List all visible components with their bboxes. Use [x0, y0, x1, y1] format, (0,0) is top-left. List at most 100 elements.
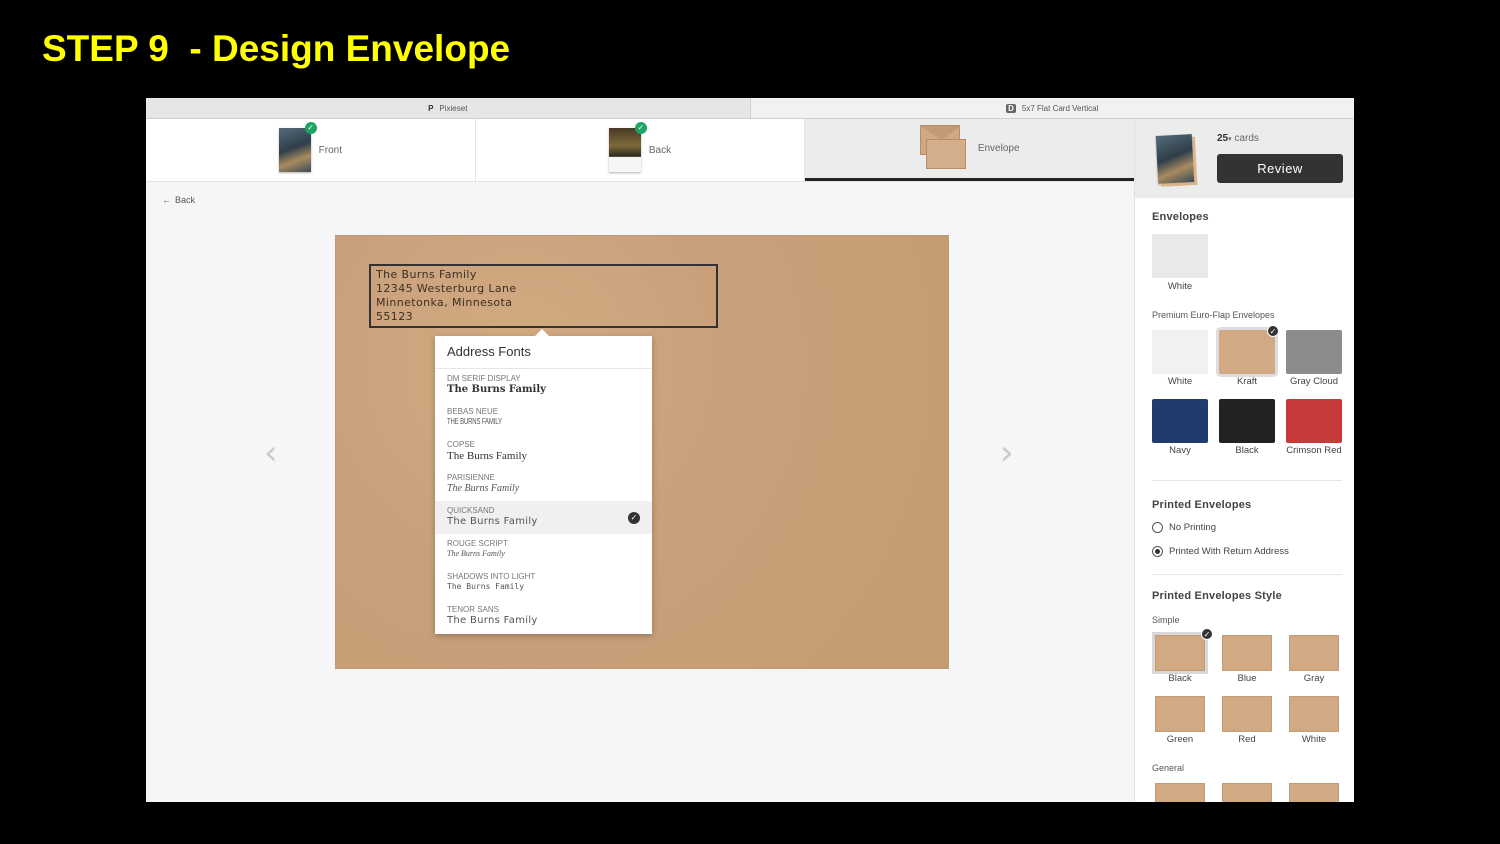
swatch-label: Navy: [1169, 445, 1191, 456]
browser-tab-bar: P Pixieset D 5x7 Flat Card Vertical: [146, 98, 1354, 119]
swatch-label: Blue: [1237, 673, 1257, 684]
options-sidebar: 25▾ cards Review Envelopes White Premium…: [1134, 119, 1354, 802]
envelope-icon: [919, 124, 970, 173]
style-swatch-black[interactable]: [1155, 635, 1205, 671]
printed-title: Printed Envelopes: [1152, 499, 1252, 511]
order-summary: 25▾ cards Review: [1135, 119, 1354, 198]
envelope-swatch-white[interactable]: [1152, 234, 1208, 278]
premium-swatch-gray-cloud[interactable]: [1286, 330, 1342, 374]
step-back[interactable]: ✓ Back: [476, 119, 806, 181]
address-block[interactable]: The Burns Family 12345 Westerburg Lane M…: [369, 264, 718, 328]
divider: [1152, 480, 1342, 481]
premium-swatch-crimson-red[interactable]: [1286, 399, 1342, 443]
address-line: The Burns Family: [376, 268, 477, 281]
radio-label: Printed With Return Address: [1169, 546, 1289, 557]
selected-check-icon: ✓: [628, 512, 640, 524]
divider: [1152, 574, 1342, 575]
style-swatch-red[interactable]: [1222, 696, 1272, 732]
swatch-label: Red: [1238, 734, 1256, 745]
swatch-label: Kraft: [1236, 376, 1258, 387]
address-line: 55123: [376, 310, 413, 323]
slide-title: STEP 9 - Design Envelope: [42, 28, 511, 69]
browser-tab-card[interactable]: D 5x7 Flat Card Vertical: [749, 98, 1354, 118]
review-button[interactable]: Review: [1217, 154, 1343, 183]
selected-check-icon: ✓: [1201, 628, 1213, 640]
font-sample: The Burns Family: [447, 450, 528, 462]
back-link-label: Back: [175, 195, 196, 205]
quantity-value: 25: [1217, 133, 1229, 144]
browser-tab-pixieset[interactable]: P Pixieset: [146, 98, 750, 118]
back-link[interactable]: ← Back: [162, 195, 195, 205]
envelope-preview: The Burns Family 12345 Westerburg Lane M…: [336, 236, 948, 668]
swatch-label: Gray Cloud: [1289, 376, 1339, 387]
font-sample: The Burns Family: [447, 582, 525, 591]
font-name: PARISIENNE: [447, 473, 495, 482]
font-option-parisienne[interactable]: PARISIENNE The Burns Family: [435, 468, 652, 501]
browser-tab-label: 5x7 Flat Card Vertical: [1021, 103, 1099, 113]
step-envelope[interactable]: Envelope: [805, 119, 1135, 181]
selected-check-icon: ✓: [1267, 325, 1279, 337]
font-option-dm-serif-display[interactable]: DM SERIF DISPLAY The Burns Family: [435, 369, 652, 402]
premium-title: Premium Euro-Flap Envelopes: [1152, 310, 1275, 320]
swatch-label: Gray: [1303, 673, 1325, 684]
font-name: DM SERIF DISPLAY: [447, 374, 521, 383]
font-option-quicksand[interactable]: QUICKSAND The Burns Family ✓: [435, 501, 652, 534]
font-sample: The Burns Family: [447, 483, 520, 494]
card-favicon-icon: D: [1006, 103, 1016, 113]
swatch-label: Crimson Red: [1286, 445, 1342, 456]
step-label: Front: [318, 144, 342, 156]
premium-swatch-black[interactable]: [1219, 399, 1275, 443]
step-label: Envelope: [977, 143, 1020, 154]
completed-check-icon: ✓: [304, 122, 317, 134]
premium-swatch-kraft[interactable]: [1219, 330, 1275, 374]
swatch-label: White: [1301, 734, 1327, 745]
radio-on-icon: [1152, 546, 1163, 557]
font-sample: The Burns Family: [447, 516, 538, 527]
app-window: P Pixieset D 5x7 Flat Card Vertical ✓ Fr…: [146, 98, 1354, 802]
address-line: 12345 Westerburg Lane: [376, 282, 517, 295]
font-name: QUICKSAND: [447, 506, 495, 515]
swatch-label: Black: [1168, 673, 1192, 684]
caret-down-icon: ▾: [1228, 136, 1232, 143]
step-front[interactable]: ✓ Front: [146, 119, 476, 181]
front-thumbnail: ✓: [278, 122, 317, 172]
font-sample: The Burns Family: [447, 615, 538, 626]
font-option-bebas-neue[interactable]: BEBAS NEUE THE BURNS FAMILY: [435, 402, 652, 435]
quantity-selector[interactable]: 25▾ cards: [1217, 133, 1259, 144]
simple-title: Simple: [1152, 615, 1180, 625]
browser-tab-label: Pixieset: [439, 103, 468, 113]
address-fonts-popover: Address Fonts DM SERIF DISPLAY The Burns…: [435, 329, 652, 634]
back-thumbnail: ✓: [608, 122, 647, 172]
font-option-copse[interactable]: COPSE The Burns Family: [435, 435, 652, 468]
font-option-rouge-script[interactable]: ROUGE SCRIPT The Burns Family: [435, 534, 652, 567]
quantity-unit: cards: [1234, 133, 1259, 144]
card-preview-thumbnail: [1155, 134, 1195, 184]
pixieset-favicon-icon: P: [428, 103, 434, 113]
premium-swatch-navy[interactable]: [1152, 399, 1208, 443]
design-steps: ✓ Front ✓ Back Envelope: [146, 119, 1135, 182]
style-swatch-green[interactable]: [1155, 696, 1205, 732]
style-swatch-blue[interactable]: [1222, 635, 1272, 671]
radio-no-printing[interactable]: No Printing: [1152, 522, 1216, 533]
radio-printed-return[interactable]: Printed With Return Address: [1152, 546, 1289, 557]
general-swatch[interactable]: [1289, 783, 1339, 802]
general-swatch[interactable]: [1222, 783, 1272, 802]
style-swatch-white[interactable]: [1289, 696, 1339, 732]
radio-label: No Printing: [1169, 522, 1216, 533]
font-name: BEBAS NEUE: [447, 407, 499, 416]
font-option-tenor-sans[interactable]: TENOR SANS The Burns Family: [435, 600, 652, 633]
font-sample: The Burns Family: [447, 384, 546, 395]
step-label: Back: [648, 144, 672, 156]
premium-swatch-white[interactable]: [1152, 330, 1208, 374]
envelopes-title: Envelopes: [1152, 211, 1209, 223]
swatch-label: White: [1167, 281, 1193, 292]
arrow-left-icon: ←: [162, 195, 171, 205]
font-sample: THE BURNS FAMILY: [447, 417, 502, 426]
next-arrow-icon[interactable]: ›: [1000, 433, 1014, 473]
general-title: General: [1152, 763, 1185, 773]
address-fonts-title: Address Fonts: [435, 336, 652, 369]
font-option-shadows-into-light[interactable]: SHADOWS INTO LIGHT The Burns Family: [435, 567, 652, 600]
style-swatch-gray[interactable]: [1289, 635, 1339, 671]
general-swatch[interactable]: [1155, 783, 1205, 802]
previous-arrow-icon[interactable]: ‹: [264, 433, 278, 473]
